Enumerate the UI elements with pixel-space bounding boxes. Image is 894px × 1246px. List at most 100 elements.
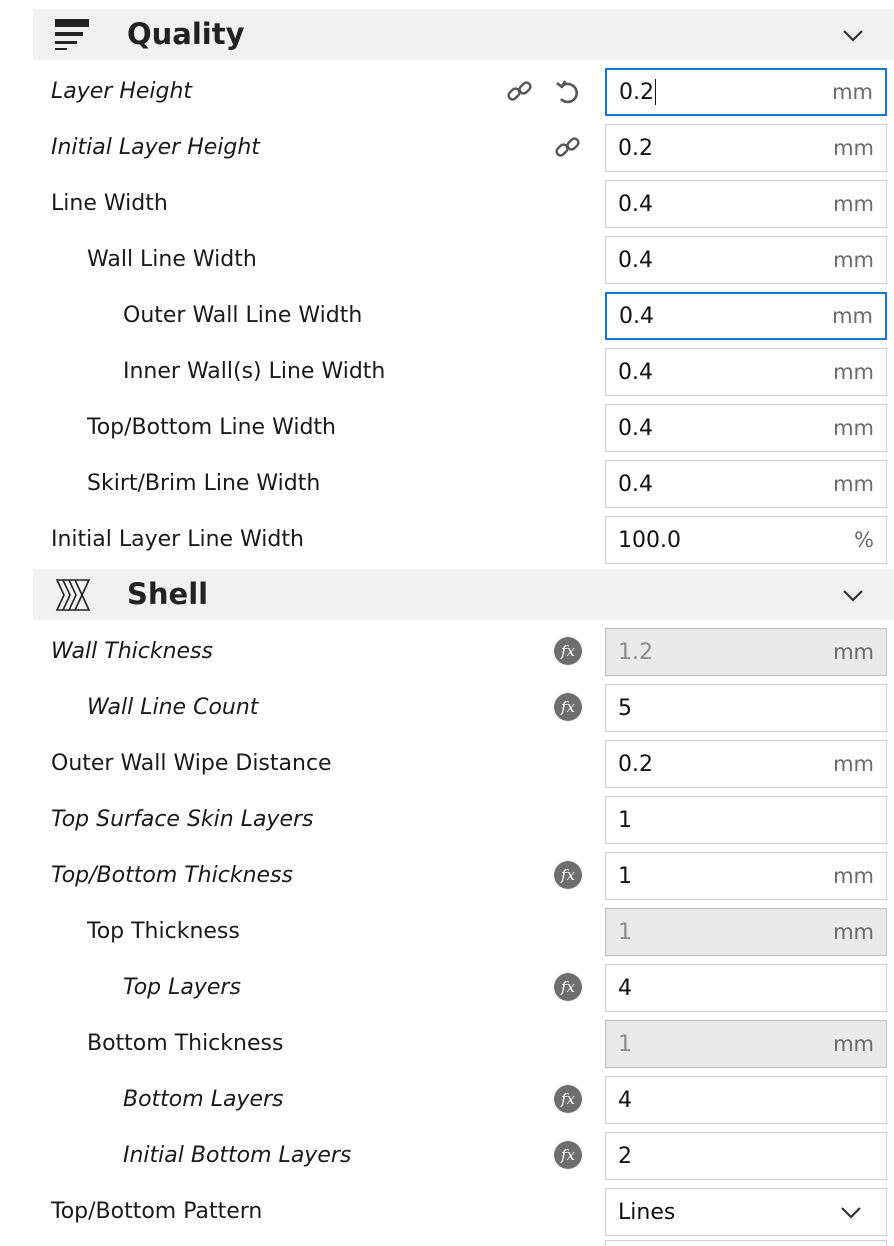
setting-label: Bottom Thickness: [87, 1031, 284, 1056]
bottom-layers-field[interactable]: 4: [605, 1076, 887, 1124]
setting-row-top-surface-skin-layers: Top Surface Skin Layers 1: [0, 792, 894, 848]
chevron-down-icon: [840, 1203, 862, 1221]
setting-row-initial-bottom-layers: Initial Bottom Layers fx 2: [0, 1128, 894, 1184]
setting-label: Skirt/Brim Line Width: [87, 471, 321, 496]
field-value: 4: [618, 975, 632, 1001]
field-value: 2: [618, 1143, 632, 1169]
field-unit: mm: [833, 920, 874, 944]
setting-row-top-thickness: Top Thickness 1 mm: [0, 904, 894, 960]
field-value: 4: [618, 1087, 632, 1113]
field-value: 1: [618, 807, 632, 833]
top-surface-skin-layers-field[interactable]: 1: [605, 796, 887, 844]
wall-line-width-field[interactable]: 0.4 mm: [605, 236, 887, 284]
text-caret: [655, 79, 656, 105]
field-unit: mm: [833, 248, 874, 272]
setting-row-initial-layer-height: Initial Layer Height 0.2 mm: [0, 120, 894, 176]
setting-row-top-layers: Top Layers fx 4: [0, 960, 894, 1016]
function-icon[interactable]: fx: [554, 973, 584, 1003]
setting-label: Wall Thickness: [51, 639, 213, 664]
field-value: 0.4: [618, 191, 653, 217]
setting-label: Top Thickness: [87, 919, 240, 944]
field-value: 1: [618, 863, 632, 889]
field-value: 0.2: [618, 751, 653, 777]
field-unit: mm: [833, 752, 874, 776]
section-title-shell: Shell: [127, 577, 209, 611]
field-value: 0.2: [618, 135, 653, 161]
setting-label: Line Width: [51, 191, 168, 216]
function-icon[interactable]: fx: [554, 861, 584, 891]
inner-wall-line-width-field[interactable]: 0.4 mm: [605, 348, 887, 396]
top-bottom-pattern-dropdown[interactable]: Lines: [605, 1188, 887, 1236]
link-icon[interactable]: [505, 77, 535, 107]
initial-layer-line-width-field[interactable]: 100.0 %: [605, 516, 887, 564]
function-icon[interactable]: fx: [554, 637, 584, 667]
section-header-quality[interactable]: Quality: [33, 9, 894, 60]
setting-label: Initial Bottom Layers: [123, 1143, 352, 1168]
outer-wall-line-width-field[interactable]: 0.4 mm: [605, 292, 887, 340]
next-field-partial: [605, 1240, 887, 1246]
setting-label: Outer Wall Line Width: [123, 303, 363, 328]
setting-row-top-bottom-thickness: Top/Bottom Thickness fx 1 mm: [0, 848, 894, 904]
section-title-quality: Quality: [127, 17, 245, 51]
outer-wall-wipe-distance-field[interactable]: 0.2 mm: [605, 740, 887, 788]
field-unit: mm: [833, 640, 874, 664]
field-unit: mm: [833, 192, 874, 216]
setting-label: Inner Wall(s) Line Width: [123, 359, 386, 384]
function-icon[interactable]: fx: [554, 693, 584, 723]
wall-thickness-field: 1.2 mm: [605, 628, 887, 676]
field-unit: %: [854, 528, 874, 552]
function-icon[interactable]: fx: [554, 1085, 584, 1115]
field-value: 0.4: [618, 415, 653, 441]
setting-row-skirt-brim-line-width: Skirt/Brim Line Width 0.4 mm: [0, 456, 894, 512]
setting-row-bottom-thickness: Bottom Thickness 1 mm: [0, 1016, 894, 1072]
setting-label: Top/Bottom Line Width: [87, 415, 336, 440]
initial-bottom-layers-field[interactable]: 2: [605, 1132, 887, 1180]
line-width-field[interactable]: 0.4 mm: [605, 180, 887, 228]
field-value: 0.4: [618, 359, 653, 385]
layer-height-field[interactable]: 0.2 mm: [605, 68, 887, 116]
field-value: 1: [618, 1031, 632, 1057]
bottom-thickness-field: 1 mm: [605, 1020, 887, 1068]
function-icon[interactable]: fx: [554, 1141, 584, 1171]
link-icon[interactable]: [553, 133, 583, 163]
field-unit: mm: [833, 864, 874, 888]
top-thickness-field: 1 mm: [605, 908, 887, 956]
setting-label: Top Layers: [123, 975, 241, 1000]
setting-label: Top/Bottom Thickness: [51, 863, 293, 888]
field-value: 100.0: [618, 527, 681, 553]
top-bottom-thickness-field[interactable]: 1 mm: [605, 852, 887, 900]
setting-row-wall-line-count: Wall Line Count fx 5: [0, 680, 894, 736]
skirt-brim-line-width-field[interactable]: 0.4 mm: [605, 460, 887, 508]
setting-label: Initial Layer Line Width: [51, 527, 304, 552]
setting-row-layer-height: Layer Height 0.2 mm: [0, 64, 894, 120]
field-value: 1.2: [618, 639, 653, 665]
setting-row-line-width: Line Width 0.4 mm: [0, 176, 894, 232]
shell-walls-icon: [53, 577, 93, 613]
field-value: 5: [618, 695, 632, 721]
setting-row-wall-thickness: Wall Thickness fx 1.2 mm: [0, 624, 894, 680]
field-unit: mm: [832, 80, 873, 104]
field-value: 0.4: [618, 471, 653, 497]
field-value: 1: [618, 919, 632, 945]
setting-row-inner-wall-line-width: Inner Wall(s) Line Width 0.4 mm: [0, 344, 894, 400]
chevron-down-icon[interactable]: [842, 585, 864, 605]
setting-row-top-bottom-pattern: Top/Bottom Pattern Lines: [0, 1184, 894, 1240]
top-layers-field[interactable]: 4: [605, 964, 887, 1012]
setting-label: Outer Wall Wipe Distance: [51, 751, 332, 776]
reset-icon[interactable]: [553, 77, 583, 107]
field-unit: mm: [833, 1032, 874, 1056]
setting-row-outer-wall-line-width: Outer Wall Line Width 0.4 mm: [0, 288, 894, 344]
dropdown-value: Lines: [618, 1199, 676, 1225]
top-bottom-line-width-field[interactable]: 0.4 mm: [605, 404, 887, 452]
setting-row-outer-wall-wipe-distance: Outer Wall Wipe Distance 0.2 mm: [0, 736, 894, 792]
field-unit: mm: [833, 360, 874, 384]
field-unit: mm: [833, 416, 874, 440]
field-unit: mm: [833, 136, 874, 160]
chevron-down-icon[interactable]: [842, 25, 864, 45]
wall-line-count-field[interactable]: 5: [605, 684, 887, 732]
section-header-shell[interactable]: Shell: [33, 569, 894, 620]
initial-layer-height-field[interactable]: 0.2 mm: [605, 124, 887, 172]
setting-row-bottom-layers: Bottom Layers fx 4: [0, 1072, 894, 1128]
quality-lines-icon: [53, 17, 93, 53]
setting-row-initial-layer-line-width: Initial Layer Line Width 100.0 %: [0, 512, 894, 568]
